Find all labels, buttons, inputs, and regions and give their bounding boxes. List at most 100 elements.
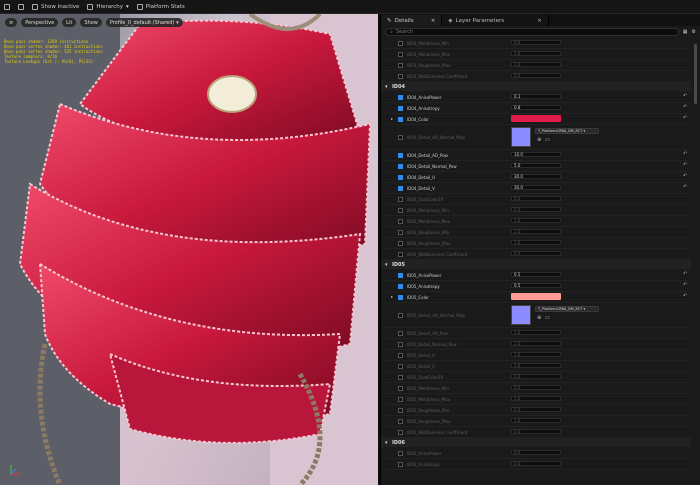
override-checkbox[interactable]: [398, 352, 403, 358]
hierarchy-button[interactable]: Hierarchy ▾: [87, 3, 129, 10]
color-swatch[interactable]: [511, 115, 561, 122]
value-field[interactable]: 0.0: [511, 461, 561, 466]
value-field[interactable]: 5.0: [511, 163, 561, 168]
value-field[interactable]: 1.0: [511, 341, 561, 346]
value-field[interactable]: 1.0: [511, 51, 561, 56]
value-field[interactable]: 0.0: [511, 73, 561, 78]
value-field[interactable]: 1.0: [511, 240, 561, 245]
viewport-menu-button[interactable]: ≡: [5, 18, 18, 27]
value-field[interactable]: 30.0: [511, 185, 561, 190]
color-swatch[interactable]: [511, 293, 561, 300]
override-checkbox[interactable]: [398, 116, 403, 122]
value-field[interactable]: 0.0: [511, 374, 561, 379]
folder-icon[interactable]: ▭: [545, 315, 550, 321]
override-checkbox[interactable]: [398, 374, 403, 380]
override-checkbox[interactable]: [398, 51, 403, 57]
override-checkbox[interactable]: [398, 152, 403, 158]
override-checkbox[interactable]: [398, 134, 403, 140]
value-field[interactable]: 0.0: [511, 385, 561, 390]
texture-dropdown[interactable]: T_PlatformCRBA_DM_RCT ▾: [535, 128, 599, 134]
tab-details[interactable]: ✎ Details ×: [381, 15, 443, 26]
scrollbar[interactable]: [694, 44, 697, 104]
override-checkbox[interactable]: [398, 73, 403, 79]
chevron-down-icon[interactable]: ▾: [385, 84, 388, 90]
perspective-button[interactable]: Perspective: [21, 18, 59, 27]
override-checkbox[interactable]: [398, 407, 403, 413]
override-checkbox[interactable]: [398, 396, 403, 402]
override-checkbox[interactable]: [398, 174, 403, 180]
override-checkbox[interactable]: [398, 207, 403, 213]
override-checkbox[interactable]: [398, 272, 403, 278]
value-field[interactable]: 0.0: [511, 450, 561, 455]
close-icon[interactable]: ×: [537, 18, 542, 24]
value-field[interactable]: 0.8: [511, 105, 561, 110]
value-field[interactable]: 0.0: [511, 251, 561, 256]
value-field[interactable]: 1.0: [511, 62, 561, 67]
override-checkbox[interactable]: [398, 312, 403, 318]
override-checkbox[interactable]: [398, 218, 403, 224]
profile-dropdown[interactable]: Profile_0_default (Shared) ▾: [105, 18, 183, 27]
override-checkbox[interactable]: [398, 40, 403, 46]
texture-thumbnail[interactable]: [511, 305, 531, 325]
value-field[interactable]: 10.0: [511, 152, 561, 157]
override-checkbox[interactable]: [398, 240, 403, 246]
override-checkbox[interactable]: [398, 341, 403, 347]
reset-icon[interactable]: ↶: [683, 104, 687, 110]
viewport[interactable]: ≡ Perspective Lit Show Profile_0_default…: [0, 14, 378, 485]
reset-icon[interactable]: ↶: [683, 173, 687, 179]
override-checkbox[interactable]: [398, 461, 403, 467]
override-checkbox[interactable]: [398, 196, 403, 202]
override-checkbox[interactable]: [398, 385, 403, 391]
override-checkbox[interactable]: [398, 418, 403, 424]
texture-thumbnail[interactable]: [511, 127, 531, 147]
tab-layer-parameters[interactable]: ◈ Layer Parameters ×: [442, 15, 549, 26]
override-checkbox[interactable]: [398, 429, 403, 435]
value-field[interactable]: 0.1: [511, 94, 561, 99]
value-field[interactable]: 1.0: [511, 229, 561, 234]
override-checkbox[interactable]: [398, 450, 403, 456]
override-checkbox[interactable]: [398, 163, 403, 169]
value-field[interactable]: 0.0: [511, 207, 561, 212]
browse-icon[interactable]: ⊕: [537, 137, 541, 143]
override-checkbox[interactable]: [398, 62, 403, 68]
value-field[interactable]: 0.0: [511, 407, 561, 412]
platform-stats-button[interactable]: Platform Stats: [136, 3, 185, 10]
override-checkbox[interactable]: [398, 229, 403, 235]
override-checkbox[interactable]: [398, 94, 403, 100]
lit-button[interactable]: Lit: [62, 18, 77, 27]
value-field[interactable]: 1.0: [511, 330, 561, 335]
value-field[interactable]: 1.0: [511, 396, 561, 401]
browse-icon[interactable]: ⊕: [537, 315, 541, 321]
reset-icon[interactable]: ↶: [683, 293, 687, 299]
expand-arrow-icon[interactable]: ▸: [391, 294, 393, 299]
show-inactive-button[interactable]: Show Inactive: [32, 3, 79, 10]
value-field[interactable]: 30.0: [511, 174, 561, 179]
value-field[interactable]: 0.5: [511, 283, 561, 288]
override-checkbox[interactable]: [398, 363, 403, 369]
grid-view-icon[interactable]: ▦: [683, 29, 688, 35]
reset-icon[interactable]: ↶: [683, 151, 687, 157]
value-field[interactable]: 1.0: [511, 218, 561, 223]
override-checkbox[interactable]: [398, 283, 403, 289]
override-checkbox[interactable]: [398, 185, 403, 191]
value-field[interactable]: 1.0: [511, 363, 561, 368]
value-field[interactable]: 0.0: [511, 196, 561, 201]
reset-icon[interactable]: ↶: [683, 282, 687, 288]
expand-arrow-icon[interactable]: ▸: [391, 116, 393, 121]
save-button[interactable]: [4, 3, 10, 10]
reset-icon[interactable]: ↶: [683, 93, 687, 99]
value-field[interactable]: 0.0: [511, 429, 561, 434]
folder-icon[interactable]: ▭: [545, 137, 550, 143]
search-input[interactable]: ⌕ Search: [385, 28, 679, 36]
reset-icon[interactable]: ↶: [683, 184, 687, 190]
override-checkbox[interactable]: [398, 251, 403, 257]
reset-icon[interactable]: ↶: [683, 162, 687, 168]
override-checkbox[interactable]: [398, 330, 403, 336]
texture-dropdown[interactable]: T_PlatformCRBA_DM_RCT ▾: [535, 306, 599, 312]
override-checkbox[interactable]: [398, 105, 403, 111]
browse-button[interactable]: [18, 3, 24, 10]
settings-icon[interactable]: ⚙: [692, 29, 696, 35]
value-field[interactable]: 0.0: [511, 40, 561, 45]
value-field[interactable]: 1.0: [511, 352, 561, 357]
value-field[interactable]: 0.5: [511, 272, 561, 277]
